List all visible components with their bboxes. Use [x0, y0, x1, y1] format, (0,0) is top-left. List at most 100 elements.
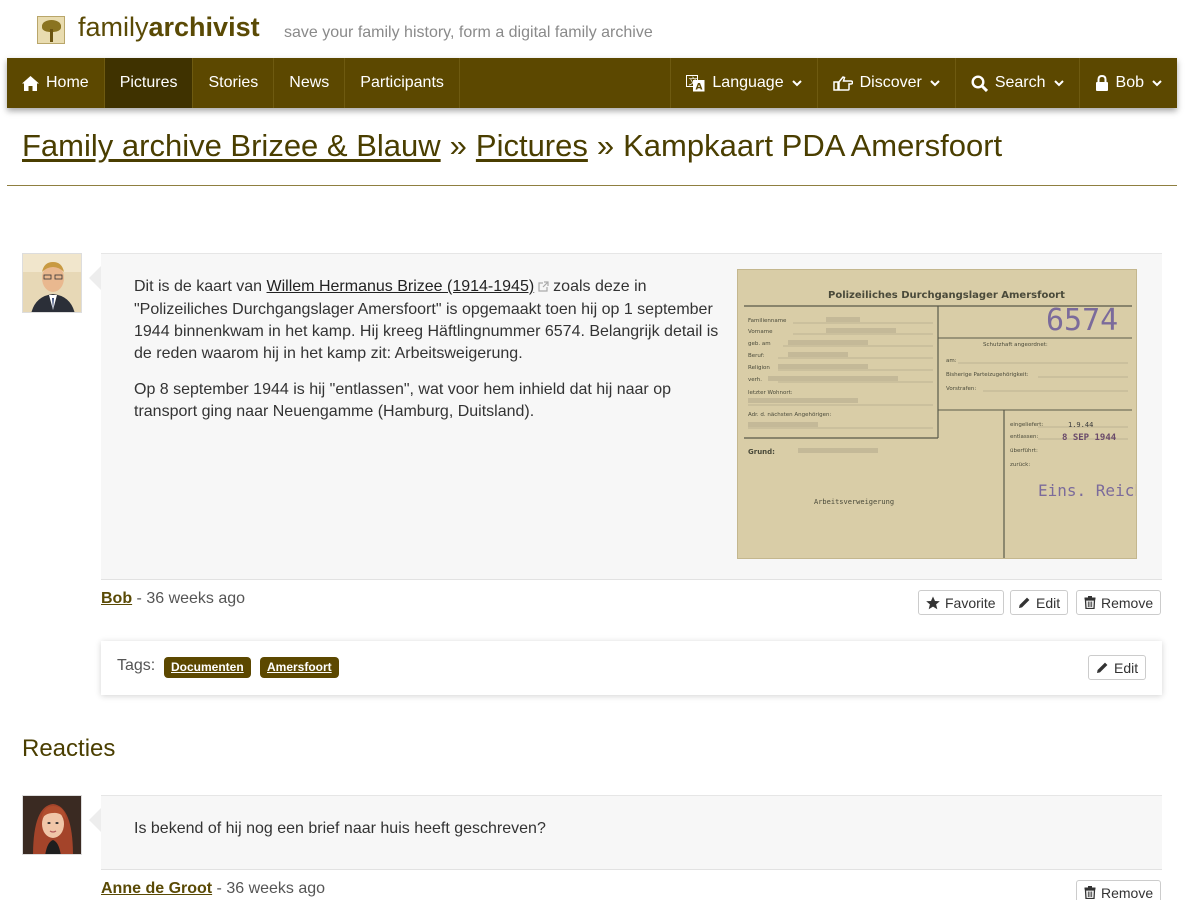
- nav-pictures-label: Pictures: [119, 74, 178, 91]
- card-number: 6574: [1046, 303, 1118, 338]
- author-avatar[interactable]: [22, 253, 82, 313]
- card-field-label: Schutzhaft angeordnet:: [983, 342, 1048, 348]
- card-field-label: Familienname: [748, 318, 787, 324]
- card-ground-label: Grund:: [748, 448, 775, 456]
- nav-discover-dropdown[interactable]: Discover: [816, 58, 955, 108]
- post-paragraph-1: Dit is de kaart van Willem Hermanus Briz…: [134, 276, 724, 365]
- external-link-icon: [538, 277, 549, 299]
- nav-language-dropdown[interactable]: 文A Language: [670, 58, 816, 108]
- nav-stories-label: Stories: [208, 74, 259, 91]
- breadcrumb-separator: »: [449, 128, 467, 163]
- comment-body: Is bekend of hij nog een brief naar huis…: [134, 820, 546, 837]
- remove-comment-button[interactable]: Remove: [1076, 880, 1162, 900]
- breadcrumb-pictures-link[interactable]: Pictures: [476, 128, 588, 163]
- post-text-start: Dit is de kaart van: [134, 278, 263, 295]
- trash-icon: [1084, 596, 1096, 609]
- favorite-button[interactable]: Favorite: [918, 590, 1004, 615]
- card-field-label: Bisherige Parteizugehörigkeit:: [946, 372, 1029, 378]
- remove-label: Remove: [1101, 594, 1154, 611]
- tags-box: Tags: Documenten Amersfoort Edit: [101, 641, 1162, 695]
- card-field-label: Adr. d. nächsten Angehörigen:: [748, 412, 832, 418]
- nav-participants-label: Participants: [360, 74, 444, 91]
- camp-card-image[interactable]: Polizeiliches Durchgangslager Amersfoort…: [737, 269, 1137, 559]
- meta-divider: [101, 579, 1162, 580]
- page-title: Kampkaart PDA Amersfoort: [623, 128, 1003, 163]
- nav-news[interactable]: News: [274, 58, 346, 108]
- trash-icon: [1084, 886, 1096, 899]
- pointing-hand-icon: [832, 75, 853, 91]
- card-title: Polizeiliches Durchgangslager Amersfoort: [828, 290, 1065, 301]
- tags-label: Tags:: [117, 657, 156, 674]
- post-paragraph-2: Op 8 september 1944 is hij "entlassen", …: [134, 381, 671, 420]
- comment-meta: Anne de Groot - 36 weeks ago: [101, 880, 325, 898]
- card-entered-date: 1.9.44: [1068, 421, 1093, 429]
- nav-search-label: Search: [994, 74, 1046, 91]
- card-field-label: am:: [946, 358, 957, 364]
- site-tagline: save your family history, form a digital…: [284, 24, 653, 41]
- nav-pictures[interactable]: Pictures: [104, 58, 194, 108]
- breadcrumb-separator: »: [596, 128, 615, 163]
- chevron-down-icon: [1152, 79, 1162, 87]
- home-icon: [22, 75, 39, 91]
- chevron-down-icon: [930, 79, 940, 87]
- remove-post-button[interactable]: Remove: [1076, 590, 1162, 615]
- breadcrumb: Family archive Brizee & Blauw» Pictures» K…: [22, 128, 1002, 164]
- edit-tags-label: Edit: [1114, 659, 1139, 676]
- reactions-heading: Reacties: [22, 735, 116, 762]
- card-field-label: verh.: [748, 377, 762, 383]
- author-link[interactable]: Bob: [101, 590, 132, 607]
- edit-tags-button[interactable]: Edit: [1088, 655, 1147, 680]
- remove-comment-label: Remove: [1101, 884, 1154, 900]
- tree-logo-icon[interactable]: [37, 16, 65, 44]
- nav-home[interactable]: Home: [7, 58, 105, 108]
- edit-post-button[interactable]: Edit: [1010, 590, 1069, 615]
- main-navbar: Home Pictures Stories News Participants …: [7, 58, 1177, 108]
- card-field-label: entlassen:: [1010, 434, 1039, 440]
- card-field-label: Vorname: [748, 329, 773, 335]
- nav-user-label: Bob: [1115, 74, 1144, 91]
- card-field-label: geb. am: [748, 341, 771, 347]
- card-field-label: zurück:: [1010, 462, 1030, 468]
- comment-timestamp: - 36 weeks ago: [212, 880, 326, 897]
- nav-news-label: News: [289, 74, 330, 91]
- card-released-date: 8 SEP 1944: [1062, 433, 1117, 443]
- person-link[interactable]: Willem Hermanus Brizee (1914-1945): [267, 278, 535, 295]
- card-field-label: Religion: [748, 365, 770, 371]
- site-brand[interactable]: familyarchivist: [78, 12, 260, 43]
- search-icon: [971, 74, 988, 92]
- nav-language-label: Language: [712, 74, 784, 91]
- post-timestamp: - 36 weeks ago: [132, 590, 246, 607]
- chevron-down-icon: [1053, 79, 1064, 87]
- pencil-icon: [1018, 596, 1031, 609]
- site-header: familyarchivist save your family history…: [0, 0, 1200, 58]
- pencil-icon: [1096, 661, 1109, 674]
- nav-participants[interactable]: Participants: [345, 58, 460, 108]
- card-field-label: letzter Wohnort:: [748, 390, 793, 396]
- nav-home-label: Home: [46, 74, 89, 91]
- favorite-label: Favorite: [945, 594, 996, 611]
- nav-stories[interactable]: Stories: [193, 58, 275, 108]
- post-meta: Bob - 36 weeks ago: [101, 590, 245, 608]
- language-icon: 文A: [686, 74, 705, 92]
- card-field-label: Vorstrafen:: [946, 386, 976, 392]
- comment-meta-divider: [101, 869, 1162, 870]
- card-field-label: Beruf:: [748, 353, 765, 359]
- tag-documenten[interactable]: Documenten: [164, 657, 251, 678]
- nav-discover-label: Discover: [859, 74, 922, 91]
- edit-label: Edit: [1036, 594, 1061, 611]
- card-field-label: überführt:: [1010, 448, 1038, 454]
- breadcrumb-archive-link[interactable]: Family archive Brizee & Blauw: [22, 128, 441, 163]
- card-reason: Arbeitsverweigerung: [814, 498, 894, 506]
- commenter-avatar[interactable]: [22, 795, 82, 855]
- tag-amersfoort[interactable]: Amersfoort: [260, 657, 339, 678]
- nav-search-dropdown[interactable]: Search: [954, 58, 1079, 108]
- commenter-link[interactable]: Anne de Groot: [101, 880, 212, 897]
- divider: [7, 185, 1177, 186]
- lock-icon: [1095, 75, 1109, 91]
- svg-text:A: A: [696, 82, 703, 92]
- nav-user-dropdown[interactable]: Bob: [1078, 58, 1177, 108]
- star-icon: [926, 596, 940, 610]
- card-stamp: Eins. Reich: [1038, 481, 1137, 500]
- post-body: Dit is de kaart van Willem Hermanus Briz…: [134, 276, 724, 437]
- chevron-down-icon: [791, 79, 802, 87]
